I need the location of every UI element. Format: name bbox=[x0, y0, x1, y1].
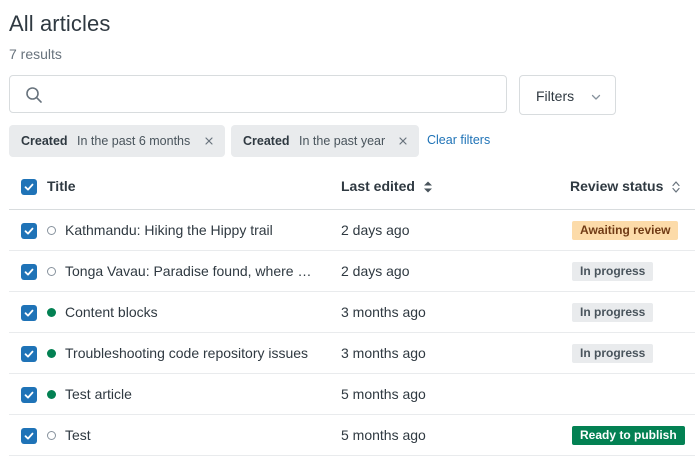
row-checkbox[interactable] bbox=[21, 346, 37, 362]
article-title-link[interactable]: Test article bbox=[65, 386, 319, 402]
last-edited: 3 months ago bbox=[341, 345, 426, 361]
filters-button[interactable]: Filters bbox=[519, 75, 616, 115]
check-icon bbox=[24, 432, 34, 440]
article-title-link[interactable]: Troubleshooting code repository issues bbox=[65, 345, 319, 361]
row-checkbox[interactable] bbox=[21, 305, 37, 321]
draft-status-icon bbox=[47, 267, 56, 276]
check-icon bbox=[24, 268, 34, 276]
column-header-title[interactable]: Title bbox=[47, 178, 76, 194]
close-icon[interactable] bbox=[204, 136, 214, 146]
published-status-icon bbox=[47, 308, 56, 317]
published-status-icon bbox=[47, 349, 56, 358]
filter-chip-value: In the past year bbox=[299, 134, 386, 148]
sort-icon bbox=[423, 181, 432, 193]
last-edited: 2 days ago bbox=[341, 222, 410, 238]
search-icon bbox=[26, 87, 42, 103]
column-header-label: Last edited bbox=[341, 178, 415, 194]
sort-icon bbox=[672, 181, 680, 193]
table-row[interactable]: Tonga Vavau: Paradise found, where whale… bbox=[9, 251, 695, 292]
check-icon bbox=[24, 227, 34, 235]
review-status-badge: Ready to publish bbox=[572, 426, 685, 445]
table-row[interactable]: Test 5 months ago Ready to publish bbox=[9, 415, 695, 456]
filter-chip-key: Created bbox=[243, 134, 290, 148]
row-checkbox[interactable] bbox=[21, 387, 37, 403]
last-edited: 2 days ago bbox=[341, 263, 410, 279]
table-row[interactable]: Content blocks 3 months ago In progress bbox=[9, 292, 695, 333]
last-edited: 5 months ago bbox=[341, 386, 426, 402]
review-status-badge: In progress bbox=[572, 262, 654, 281]
filter-chip-key: Created bbox=[21, 134, 68, 148]
column-header-review-status[interactable]: Review status bbox=[570, 178, 681, 194]
result-count: 7 results bbox=[9, 46, 62, 62]
column-header-last-edited[interactable]: Last edited bbox=[341, 178, 433, 194]
column-header-label: Review status bbox=[570, 178, 664, 194]
article-title-link[interactable]: Tonga Vavau: Paradise found, where whale… bbox=[65, 263, 319, 279]
article-title-link[interactable]: Kathmandu: Hiking the Hippy trail bbox=[65, 222, 319, 238]
select-all-checkbox[interactable] bbox=[21, 179, 37, 195]
row-checkbox[interactable] bbox=[21, 264, 37, 280]
table-row[interactable]: Kathmandu: Hiking the Hippy trail 2 days… bbox=[9, 210, 695, 251]
row-checkbox[interactable] bbox=[21, 223, 37, 239]
search-input[interactable] bbox=[54, 80, 498, 110]
close-icon[interactable] bbox=[398, 136, 408, 146]
article-title-link[interactable]: Test bbox=[65, 427, 319, 443]
clear-filters-link[interactable]: Clear filters bbox=[427, 133, 490, 147]
check-icon bbox=[24, 309, 34, 317]
published-status-icon bbox=[47, 390, 56, 399]
check-icon bbox=[24, 183, 34, 191]
filter-chip-value: In the past 6 months bbox=[77, 134, 191, 148]
review-status-badge: Awaiting review bbox=[572, 221, 679, 240]
table-row[interactable]: Troubleshooting code repository issues 3… bbox=[9, 333, 695, 374]
page-title: All articles bbox=[9, 11, 111, 36]
chevron-down-icon bbox=[591, 94, 601, 100]
last-edited: 3 months ago bbox=[341, 304, 426, 320]
search-box[interactable] bbox=[9, 75, 507, 113]
draft-status-icon bbox=[47, 431, 56, 440]
row-checkbox[interactable] bbox=[21, 428, 37, 444]
filter-chip-created-6-months: Created In the past 6 months bbox=[9, 125, 225, 157]
check-icon bbox=[24, 350, 34, 358]
article-title-link[interactable]: Content blocks bbox=[65, 304, 319, 320]
table-row[interactable]: Test article 5 months ago bbox=[9, 374, 695, 415]
filter-chip-created-past-year: Created In the past year bbox=[231, 125, 419, 157]
filters-button-label: Filters bbox=[536, 88, 575, 104]
last-edited: 5 months ago bbox=[341, 427, 426, 443]
review-status-badge: In progress bbox=[572, 344, 654, 363]
review-status-badge: In progress bbox=[572, 303, 654, 322]
draft-status-icon bbox=[47, 226, 56, 235]
check-icon bbox=[24, 391, 34, 399]
